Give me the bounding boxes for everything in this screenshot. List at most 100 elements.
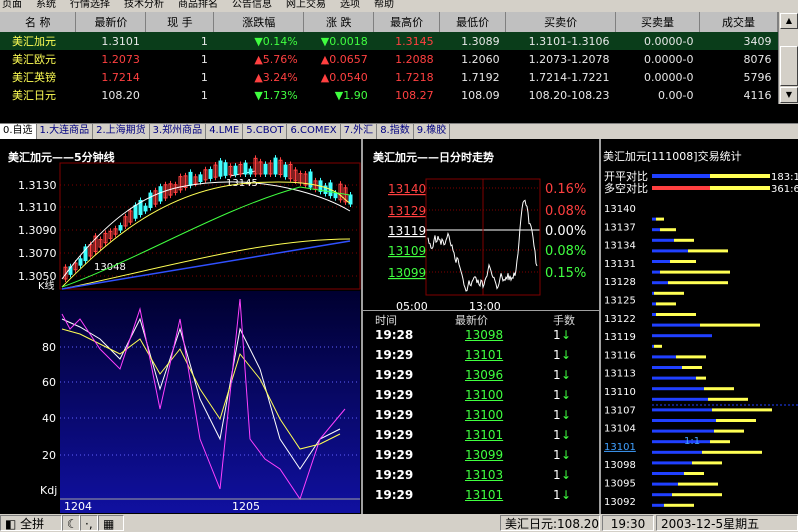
menu-trade[interactable]: 网上交易: [286, 0, 326, 10]
tick-row[interactable]: 19:29 13100 1 ↓: [363, 388, 599, 408]
tick-row[interactable]: 19:29 13101 1 ↓: [363, 428, 599, 448]
stats-bar-blue: [652, 302, 656, 306]
scroll-down-button[interactable]: ▼: [780, 87, 798, 103]
scroll-up-button[interactable]: ▲: [780, 13, 798, 29]
col-bidask[interactable]: 买卖价: [505, 12, 617, 32]
candle-body: [283, 164, 288, 178]
arrow-down-icon: ▼: [254, 34, 263, 48]
punct-icon[interactable]: ·,: [80, 515, 98, 531]
status-bar: ◧ 全拼 ☾ ·, ▦ 美汇日元:108.20 19:30 2003-12-5星…: [0, 514, 798, 532]
tab-forex[interactable]: 7.外汇: [341, 124, 378, 139]
quote-low: 1.2060: [461, 52, 500, 66]
tab-dalian[interactable]: 1.大连商品: [37, 124, 94, 139]
tick-time: 19:29: [375, 348, 414, 362]
menu-options[interactable]: 选项: [340, 0, 360, 10]
tab-index[interactable]: 8.指数: [377, 124, 414, 139]
candle-body: [78, 258, 83, 266]
stats-bar-blue: [652, 249, 688, 253]
chg-value: 1.90: [343, 88, 368, 102]
tab-zhengzhou[interactable]: 3.郑州商品: [150, 124, 207, 139]
stats-level-label: 13128: [604, 277, 636, 288]
status-ticker: 美汇日元:108.20: [500, 515, 600, 531]
input-method[interactable]: ◧ 全拼: [0, 515, 62, 531]
candle-body: [188, 171, 193, 186]
quote-row[interactable]: 美汇日元 108.20 1 ▼1.73% ▼1.90 108.27 108.09 108.20…: [0, 86, 778, 104]
col-chg[interactable]: 涨 跌: [303, 12, 375, 32]
tick-row[interactable]: 19:29 13099 1 ↓: [363, 448, 599, 468]
tick-price: 13098: [465, 328, 504, 342]
col-name[interactable]: 名 称: [0, 12, 77, 32]
stats-bar-yellow: [654, 291, 684, 295]
input-method-icon: ◧: [5, 517, 17, 531]
col-pct[interactable]: 涨跌幅: [213, 12, 305, 32]
tab-cbot[interactable]: 5.CBOT: [243, 124, 288, 139]
candle-body: [243, 162, 248, 175]
stats-level-label: 13134: [604, 241, 636, 252]
col-qty[interactable]: 买卖量: [615, 12, 700, 32]
tick-row[interactable]: 19:29 13101 1 ↓: [363, 488, 599, 508]
arrow-down-icon: ↓: [561, 348, 572, 362]
tick-col-price: 最新价: [455, 314, 488, 327]
menu-analysis[interactable]: 技术分析: [124, 0, 164, 10]
chg-value: 0.0540: [329, 70, 368, 84]
tick-qty: 1: [553, 328, 561, 342]
arrow-up-icon: ▲: [254, 52, 263, 66]
menu-help[interactable]: 帮助: [374, 0, 394, 10]
stats-bar-yellow: [664, 503, 694, 507]
menu-system[interactable]: 系统: [36, 0, 56, 10]
stats-bar-yellow: [712, 408, 772, 412]
tick-price: 13100: [465, 388, 504, 402]
quote-vol: 8076: [743, 52, 772, 66]
quote-table: 名 称 最新价 现 手 涨跌幅 涨 跌 最高价 最低价 买卖价 买卖量 成交量 …: [0, 12, 778, 104]
menu-ranking[interactable]: 商品排名: [178, 0, 218, 10]
stats-bar-yellow: [692, 461, 722, 465]
tab-zixuan[interactable]: 0.自选: [0, 124, 37, 139]
quote-row[interactable]: 美汇加元 1.3101 1 ▼0.14% ▼0.0018 1.3145 1.3089 1.31…: [0, 32, 778, 50]
stats-bar-blue: [652, 429, 714, 433]
quote-qty: 0.0000-0: [644, 70, 694, 84]
col-hand[interactable]: 现 手: [145, 12, 215, 32]
quote-chg: ▲0.0540: [304, 68, 374, 86]
col-last[interactable]: 最新价: [75, 12, 147, 32]
menu-market[interactable]: 行情选择: [70, 0, 110, 10]
tick-row[interactable]: 19:28 13098 1 ↓: [363, 328, 599, 348]
stats-bar-yellow: [700, 323, 760, 327]
quote-vol: 4116: [743, 88, 772, 102]
tick-row[interactable]: 19:29 13096 1 ↓: [363, 368, 599, 388]
col-low[interactable]: 最低价: [439, 12, 507, 32]
stats-bar-yellow: [668, 281, 728, 285]
tab-rubber[interactable]: 9.橡胶: [414, 124, 451, 139]
col-vol[interactable]: 成交量: [699, 12, 778, 32]
moon-icon[interactable]: ☾: [62, 515, 80, 531]
menu-notice[interactable]: 公告信息: [232, 0, 272, 10]
col-high[interactable]: 最高价: [373, 12, 441, 32]
kdj-level-label: 60: [42, 376, 56, 389]
tick-price: 13096: [465, 368, 504, 382]
stats-level-label: 13095: [604, 479, 636, 490]
menu-page[interactable]: 页面: [2, 0, 22, 10]
quote-row[interactable]: 美汇英镑 1.7214 1 ▲3.24% ▲0.0540 1.7218 1.7192 1.72…: [0, 68, 778, 86]
pct-value: 5.76%: [262, 52, 298, 66]
tick-row[interactable]: 19:29 13101 1 ↓: [363, 348, 599, 368]
tab-comex[interactable]: 6.COMEX: [287, 124, 341, 139]
candle-body: [333, 192, 338, 199]
stats-level-label: 13137: [604, 222, 636, 233]
quote-scrollbar[interactable]: ▲ ▼: [778, 12, 798, 104]
duokong-label: 多空对比: [604, 181, 648, 195]
candle-body: [143, 205, 148, 212]
scroll-thumb[interactable]: [780, 46, 798, 86]
tab-lme[interactable]: 4.LME: [206, 124, 244, 139]
stats-bar-blue: [652, 355, 676, 359]
chg-value: 0.0018: [329, 34, 368, 48]
tick-row[interactable]: 19:29 13100 1 ↓: [363, 408, 599, 428]
candle-body: [233, 165, 238, 175]
kaiping-value: 183:1: [771, 172, 798, 183]
tab-shanghai[interactable]: 2.上海期货: [93, 124, 150, 139]
stats-bar-yellow: [704, 387, 734, 391]
arrow-up-icon: ▲: [320, 52, 330, 66]
stats-bar-blue: [652, 461, 692, 465]
quote-row[interactable]: 美汇欧元 1.2073 1 ▲5.76% ▲0.0657 1.2088 1.2060 1.20…: [0, 50, 778, 68]
tick-row[interactable]: 19:29 13103 1 ↓: [363, 468, 599, 488]
tick-time: 19:28: [375, 328, 414, 342]
keyboard-icon[interactable]: ▦: [98, 515, 124, 531]
